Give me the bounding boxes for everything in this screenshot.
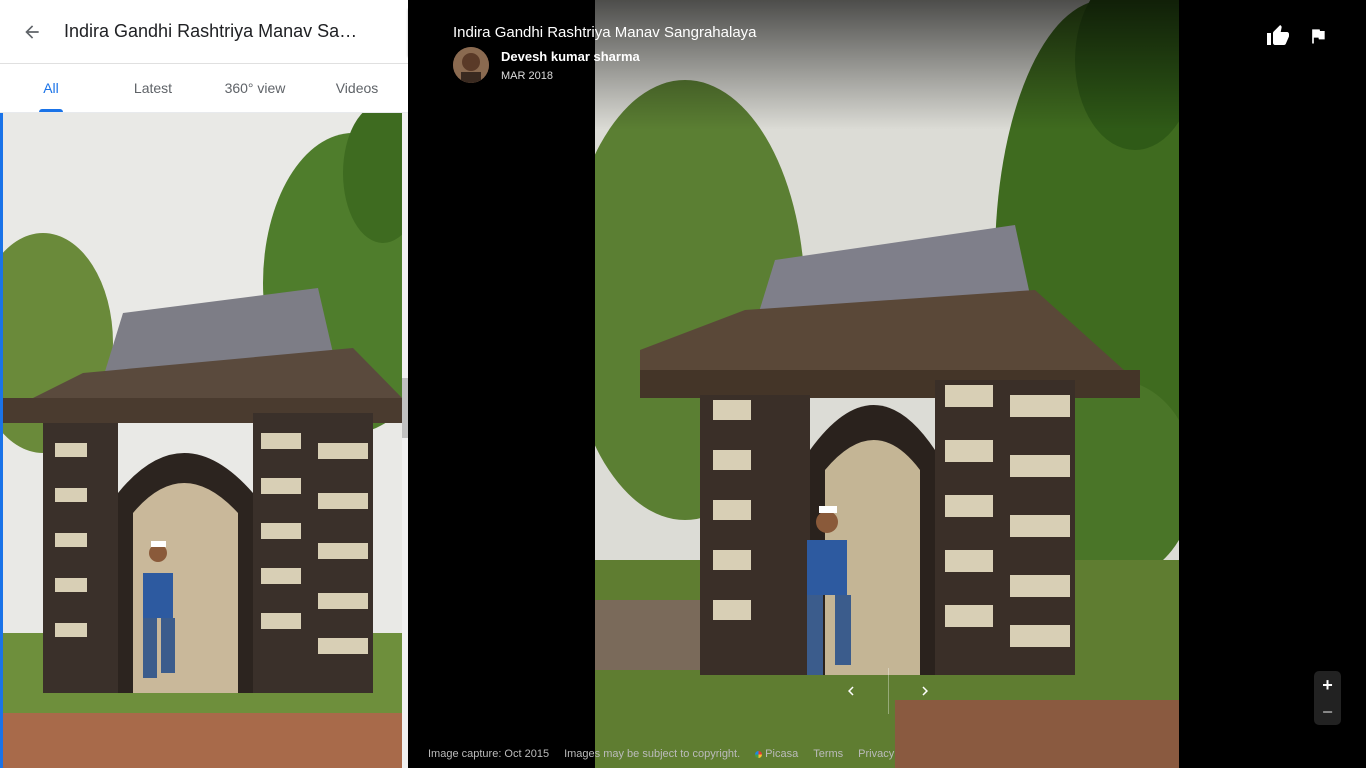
panel-header: Indira Gandhi Rashtriya Manav Sangrahala… xyxy=(0,0,408,64)
tab-all[interactable]: All xyxy=(0,64,102,112)
like-button[interactable] xyxy=(1266,24,1290,48)
picasa-label: Picasa xyxy=(765,748,799,760)
tab-360-view[interactable]: 360° view xyxy=(204,64,306,112)
photo-viewer[interactable]: Indira Gandhi Rashtriya Manav Sangrahala… xyxy=(408,0,1366,768)
flag-icon xyxy=(1312,29,1325,44)
photo-navigation xyxy=(833,665,943,717)
privacy-link[interactable]: Privacy xyxy=(858,748,894,760)
top-actions xyxy=(1266,24,1330,48)
nav-divider xyxy=(887,668,889,714)
back-button[interactable] xyxy=(0,0,64,64)
previous-photo-button[interactable] xyxy=(833,673,869,709)
zoom-out-button[interactable]: − xyxy=(1322,703,1333,721)
prev-arrow-icon xyxy=(848,686,854,696)
terms-link[interactable]: Terms xyxy=(813,748,843,760)
photo-tabs: All Latest 360° view Videos xyxy=(0,64,408,113)
zoom-in-button[interactable]: + xyxy=(1322,676,1333,694)
thumbs-up-icon xyxy=(1267,25,1289,45)
place-title[interactable]: Indira Gandhi Rashtriya Manav Sangrahala… xyxy=(453,24,757,41)
next-arrow-icon xyxy=(922,686,928,696)
selected-photo-thumbnail[interactable] xyxy=(0,113,404,768)
copyright-notice[interactable]: Images may be subject to copyright. xyxy=(564,748,740,760)
panel-title: Indira Gandhi Rashtriya Manav Sangrahala… xyxy=(64,21,364,41)
photo-thumbnail-image xyxy=(3,113,404,768)
tab-latest[interactable]: Latest xyxy=(102,64,204,112)
next-photo-button[interactable] xyxy=(907,673,943,709)
back-arrow-icon xyxy=(25,24,39,39)
author-row: Devesh kumar sharma MAR 2018 xyxy=(453,47,757,83)
zoom-control: + − xyxy=(1314,671,1341,725)
author-name[interactable]: Devesh kumar sharma xyxy=(501,49,640,64)
photo-info: Indira Gandhi Rashtriya Manav Sangrahala… xyxy=(453,24,757,83)
report-button[interactable] xyxy=(1306,24,1330,48)
avatar-image xyxy=(453,47,489,83)
picasa-link[interactable]: Picasa xyxy=(755,748,798,760)
avatar[interactable] xyxy=(453,47,489,83)
footer: Image capture: Oct 2015 Images may be su… xyxy=(428,748,894,760)
tab-videos[interactable]: Videos xyxy=(306,64,408,112)
side-panel: Indira Gandhi Rashtriya Manav Sangrahala… xyxy=(0,0,408,768)
image-capture-date: Image capture: Oct 2015 xyxy=(428,748,550,760)
picasa-icon xyxy=(755,751,763,758)
photo-date: MAR 2018 xyxy=(501,69,553,82)
